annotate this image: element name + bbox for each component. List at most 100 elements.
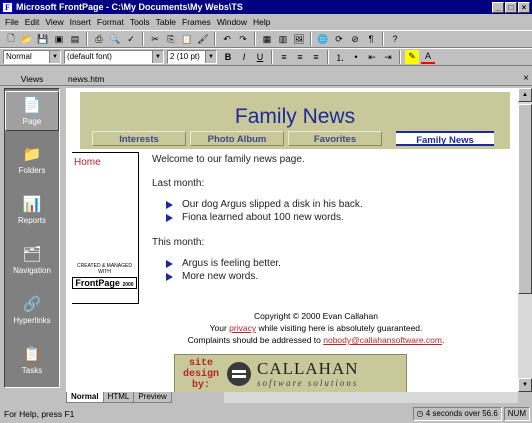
menu-tools[interactable]: Tools: [127, 17, 153, 27]
logo-brand: FrontPage: [75, 278, 120, 288]
save-icon[interactable]: 💾: [36, 32, 50, 46]
nav-family-news[interactable]: Family News: [396, 131, 494, 146]
align-right-icon[interactable]: ≡: [309, 50, 323, 64]
folder-list-icon[interactable]: ▤: [68, 32, 82, 46]
navigation-icon: 🗂: [22, 246, 42, 263]
hyperlinks-icon: 🔗: [22, 296, 42, 313]
paste-icon[interactable]: 📋: [180, 32, 194, 46]
document-tab[interactable]: news.htm ×: [64, 72, 532, 86]
privacy-post: while visiting here is absolutely guaran…: [256, 323, 423, 333]
window-title: Microsoft FrontPage - C:\My Documents\My…: [16, 2, 243, 12]
font-size-dropdown[interactable]: 2 (10 pt) ▼: [167, 50, 217, 64]
menu-window[interactable]: Window: [214, 17, 250, 27]
underline-icon[interactable]: U: [253, 50, 267, 64]
frontpage-logo[interactable]: CREATED & MANAGED WITH FrontPage 2000: [72, 263, 137, 291]
view-hyperlinks[interactable]: 🔗 Hyperlinks: [5, 291, 59, 331]
maximize-button[interactable]: □: [505, 1, 517, 13]
menu-frames[interactable]: Frames: [179, 17, 214, 27]
highlight-icon[interactable]: ✎: [405, 50, 419, 64]
formatting-toolbar: Normal ▼ (default font) ▼ 2 (10 pt) ▼ B I U…: [0, 48, 532, 66]
email-link[interactable]: nobody@callahansoftware.com: [323, 335, 442, 345]
home-link[interactable]: Home: [74, 157, 101, 168]
hyperlink-icon[interactable]: 🌐: [316, 32, 330, 46]
format-painter-icon[interactable]: 🖌: [196, 32, 210, 46]
style-dropdown[interactable]: Normal ▼: [3, 50, 61, 64]
insert-component-icon[interactable]: ▦: [260, 32, 274, 46]
brand-name: CALLAHAN: [257, 359, 359, 378]
undo-icon[interactable]: ↶: [220, 32, 234, 46]
frontpage-app-icon[interactable]: F: [2, 1, 13, 13]
views-pane: Views 📄 Page 📁 Folders 📊 Reports 🗂 Navig…: [0, 72, 64, 403]
cut-icon[interactable]: ✂: [148, 32, 162, 46]
font-value: (default font): [67, 52, 112, 61]
view-tasks[interactable]: 📋 Tasks: [5, 341, 59, 381]
this-month-heading: This month:: [152, 237, 205, 248]
view-reports[interactable]: 📊 Reports: [5, 191, 59, 231]
print-icon[interactable]: ⎙: [92, 32, 106, 46]
page-canvas[interactable]: Family News Interests Photo Album Favori…: [66, 88, 518, 392]
tab-html[interactable]: HTML: [102, 392, 135, 403]
font-dropdown[interactable]: (default font) ▼: [64, 50, 164, 64]
page-icon: 📄: [22, 97, 42, 114]
menu-file[interactable]: File: [2, 17, 22, 27]
horizontal-scrollbar[interactable]: [224, 392, 518, 403]
open-icon[interactable]: 📂: [20, 32, 34, 46]
align-center-icon[interactable]: ≡: [293, 50, 307, 64]
menu-format[interactable]: Format: [94, 17, 127, 27]
chevron-down-icon: ▼: [49, 51, 60, 63]
view-page[interactable]: 📄 Page: [5, 91, 59, 131]
nav-interests[interactable]: Interests: [92, 131, 186, 146]
close-button[interactable]: ×: [518, 1, 530, 13]
site-design-label: site design by:: [182, 357, 219, 391]
privacy-link[interactable]: privacy: [229, 323, 256, 333]
show-all-icon[interactable]: ¶: [364, 32, 378, 46]
document-window: news.htm × Family News Interests Photo A…: [64, 72, 532, 403]
copy-icon[interactable]: ⎘: [164, 32, 178, 46]
align-left-icon[interactable]: ≡: [277, 50, 291, 64]
view-navigation[interactable]: 🗂 Navigation: [5, 241, 59, 281]
refresh-icon[interactable]: ⟳: [332, 32, 346, 46]
view-folders[interactable]: 📁 Folders: [5, 141, 59, 181]
close-document-icon[interactable]: ×: [523, 72, 529, 86]
menu-insert[interactable]: Insert: [67, 17, 94, 27]
tab-normal[interactable]: Normal: [66, 392, 104, 403]
site-design-banner[interactable]: site design by: CALLAHAN software soluti…: [174, 354, 407, 392]
redo-icon[interactable]: ↷: [236, 32, 250, 46]
nav-favorites[interactable]: Favorites: [288, 131, 382, 146]
list-item: More new words.: [166, 270, 502, 283]
list-item: Argus is feeling better.: [166, 257, 502, 270]
download-time-panel: ◷ 4 seconds over 56.6: [412, 406, 502, 421]
tab-preview[interactable]: Preview: [133, 392, 172, 403]
preview-icon[interactable]: 🔍: [108, 32, 122, 46]
banner-title: Family News: [234, 105, 356, 128]
spelling-icon[interactable]: ✓: [124, 32, 138, 46]
publish-icon[interactable]: ▣: [52, 32, 66, 46]
complaints-post: .: [441, 335, 445, 345]
toolbar-separator: [271, 50, 273, 64]
italic-icon[interactable]: I: [237, 50, 251, 64]
menu-table[interactable]: Table: [153, 17, 179, 27]
scroll-up-icon[interactable]: ▲: [518, 88, 532, 102]
nav-photo-album[interactable]: Photo Album: [190, 131, 284, 146]
help-icon[interactable]: ?: [388, 32, 402, 46]
menu-view[interactable]: View: [42, 17, 66, 27]
insert-picture-icon[interactable]: 🖼: [292, 32, 306, 46]
stop-icon[interactable]: ⊘: [348, 32, 362, 46]
font-color-icon[interactable]: A: [421, 50, 435, 64]
scroll-down-icon[interactable]: ▼: [518, 378, 532, 392]
increase-indent-icon[interactable]: ⇥: [381, 50, 395, 64]
view-label: Navigation: [13, 266, 51, 275]
numbering-icon[interactable]: ⒈: [333, 50, 347, 64]
menu-help[interactable]: Help: [250, 17, 273, 27]
decrease-indent-icon[interactable]: ⇤: [365, 50, 379, 64]
last-month-list: Our dog Argus slipped a disk in his back…: [166, 198, 502, 224]
new-page-icon[interactable]: 🗋: [4, 32, 18, 46]
insert-table-icon[interactable]: ▥: [276, 32, 290, 46]
minimize-button[interactable]: _: [492, 1, 504, 13]
vertical-scrollbar[interactable]: ▲ ▼: [518, 88, 532, 392]
page-footer: Copyright © 2000 Evan Callahan Your priv…: [126, 310, 506, 346]
bullets-icon[interactable]: •: [349, 50, 363, 64]
menu-edit[interactable]: Edit: [22, 17, 43, 27]
scroll-thumb[interactable]: [518, 104, 532, 294]
bold-icon[interactable]: B: [221, 50, 235, 64]
